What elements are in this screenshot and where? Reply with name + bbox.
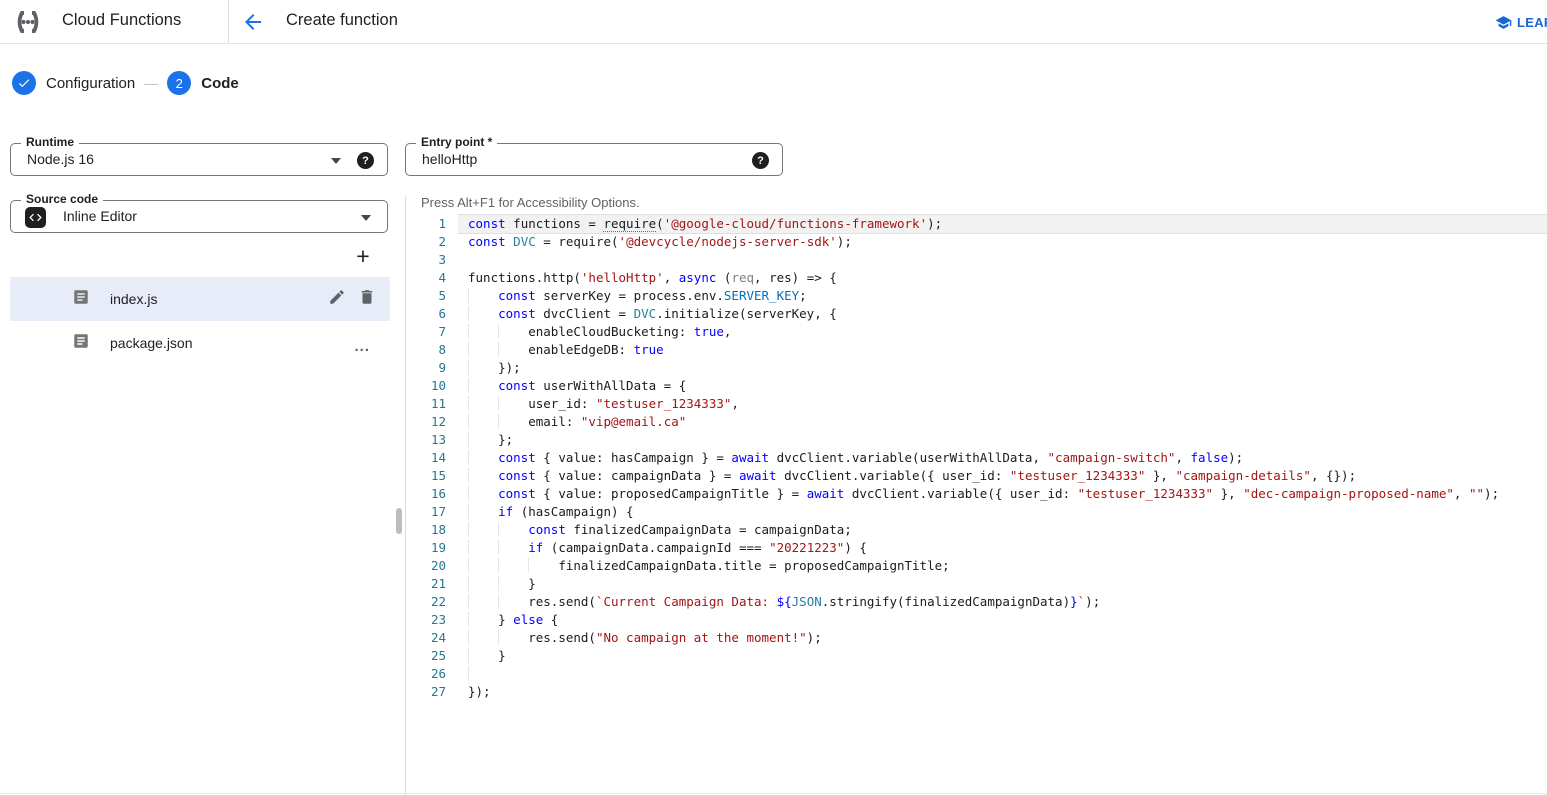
graduation-cap-icon xyxy=(1495,14,1512,31)
step1-check-icon[interactable] xyxy=(12,71,36,95)
code-line[interactable]: 20 finalizedCampaignData.title = propose… xyxy=(420,557,1547,575)
file-row-package-json[interactable]: package.json ... xyxy=(10,321,390,365)
cloud-functions-logo-icon xyxy=(12,6,44,38)
line-number: 18 xyxy=(420,521,446,539)
code-line[interactable]: 24 res.send("No campaign at the moment!"… xyxy=(420,629,1547,647)
code-line[interactable]: 19 if (campaignData.campaignId === "2022… xyxy=(420,539,1547,557)
source-code-label: Source code xyxy=(21,192,103,206)
code-line[interactable]: 10 const userWithAllData = { xyxy=(420,377,1547,395)
stepper: Configuration — 2 Code xyxy=(12,71,239,95)
back-arrow-icon[interactable] xyxy=(241,10,265,34)
line-number: 10 xyxy=(420,377,446,395)
line-number: 20 xyxy=(420,557,446,575)
step2-number-badge[interactable]: 2 xyxy=(167,71,191,95)
step1-label[interactable]: Configuration xyxy=(46,75,135,92)
page-title: Create function xyxy=(286,11,398,30)
app-header: Cloud Functions Create function LEARN xyxy=(0,0,1547,44)
delete-trash-icon[interactable] xyxy=(358,288,376,311)
accessibility-hint: Press Alt+F1 for Accessibility Options. xyxy=(421,195,640,210)
header-divider xyxy=(228,0,229,43)
line-number: 5 xyxy=(420,287,446,305)
line-number: 15 xyxy=(420,467,446,485)
code-line[interactable]: 3 xyxy=(420,251,1547,269)
code-line[interactable]: 26 xyxy=(420,665,1547,683)
line-number: 27 xyxy=(420,683,446,701)
code-brackets-icon xyxy=(25,207,46,228)
code-line[interactable]: 21 } xyxy=(420,575,1547,593)
line-number: 2 xyxy=(420,233,446,251)
line-number: 14 xyxy=(420,449,446,467)
line-number: 17 xyxy=(420,503,446,521)
code-line[interactable]: 17 if (hasCampaign) { xyxy=(420,503,1547,521)
code-line[interactable]: 16 const { value: proposedCampaignTitle … xyxy=(420,485,1547,503)
add-file-button[interactable]: + xyxy=(348,242,378,272)
code-lines: 1const functions = require('@google-clou… xyxy=(420,215,1547,701)
code-line[interactable]: 1const functions = require('@google-clou… xyxy=(420,215,1547,233)
code-line[interactable]: 8 enableEdgeDB: true xyxy=(420,341,1547,359)
code-line[interactable]: 2const DVC = require('@devcycle/nodejs-s… xyxy=(420,233,1547,251)
line-number: 19 xyxy=(420,539,446,557)
line-number: 8 xyxy=(420,341,446,359)
line-number: 13 xyxy=(420,431,446,449)
learn-label: LEARN xyxy=(1517,15,1547,30)
bottom-divider xyxy=(0,793,1547,794)
entry-point-field[interactable]: Entry point * helloHttp ? xyxy=(405,143,783,176)
line-number: 16 xyxy=(420,485,446,503)
file-icon xyxy=(72,332,90,355)
runtime-help-icon[interactable]: ? xyxy=(357,152,374,169)
line-number: 1 xyxy=(420,215,446,233)
line-number: 7 xyxy=(420,323,446,341)
code-line[interactable]: 11 user_id: "testuser_1234333", xyxy=(420,395,1547,413)
step-connector: — xyxy=(144,75,158,91)
chevron-down-icon[interactable] xyxy=(361,215,371,221)
file-name: index.js xyxy=(110,291,157,307)
code-line[interactable]: 27}); xyxy=(420,683,1547,701)
entry-point-value[interactable]: helloHttp xyxy=(422,151,477,167)
line-number: 24 xyxy=(420,629,446,647)
entry-point-help-icon[interactable]: ? xyxy=(752,152,769,169)
line-number: 11 xyxy=(420,395,446,413)
edit-pencil-icon[interactable] xyxy=(328,288,346,311)
runtime-select[interactable]: Runtime Node.js 16 ? xyxy=(10,143,388,176)
learn-link[interactable]: LEARN xyxy=(1495,12,1547,32)
line-number: 6 xyxy=(420,305,446,323)
code-line[interactable]: 6 const dvcClient = DVC.initialize(serve… xyxy=(420,305,1547,323)
line-number: 23 xyxy=(420,611,446,629)
file-row-index-js[interactable]: index.js xyxy=(10,277,390,321)
line-number: 3 xyxy=(420,251,446,269)
line-number: 12 xyxy=(420,413,446,431)
line-number: 25 xyxy=(420,647,446,665)
line-number: 22 xyxy=(420,593,446,611)
file-icon xyxy=(72,288,90,311)
chevron-down-icon[interactable] xyxy=(331,158,341,164)
code-line[interactable]: 13 }; xyxy=(420,431,1547,449)
line-number: 4 xyxy=(420,269,446,287)
line-number: 21 xyxy=(420,575,446,593)
panel-divider xyxy=(405,196,406,795)
scrollbar-handle[interactable] xyxy=(396,508,402,534)
code-line[interactable]: 18 const finalizedCampaignData = campaig… xyxy=(420,521,1547,539)
entry-point-label: Entry point * xyxy=(416,135,497,149)
source-code-value: Inline Editor xyxy=(63,208,137,224)
code-line[interactable]: 12 email: "vip@email.ca" xyxy=(420,413,1547,431)
code-line[interactable]: 22 res.send(`Current Campaign Data: ${JS… xyxy=(420,593,1547,611)
code-editor[interactable]: 1const functions = require('@google-clou… xyxy=(420,215,1547,701)
file-name: package.json xyxy=(110,335,193,351)
runtime-label: Runtime xyxy=(21,135,79,149)
code-line[interactable]: 15 const { value: campaignData } = await… xyxy=(420,467,1547,485)
runtime-value: Node.js 16 xyxy=(27,151,94,167)
step2-label: Code xyxy=(201,75,239,92)
code-line[interactable]: 5 const serverKey = process.env.SERVER_K… xyxy=(420,287,1547,305)
source-code-select[interactable]: Source code Inline Editor xyxy=(10,200,388,233)
code-line[interactable]: 9 }); xyxy=(420,359,1547,377)
more-options-button[interactable]: ... xyxy=(354,338,370,355)
code-line[interactable]: 14 const { value: hasCampaign } = await … xyxy=(420,449,1547,467)
code-line[interactable]: 23 } else { xyxy=(420,611,1547,629)
line-number: 26 xyxy=(420,665,446,683)
product-title: Cloud Functions xyxy=(62,11,181,30)
line-number: 9 xyxy=(420,359,446,377)
code-line[interactable]: 4functions.http('helloHttp', async (req,… xyxy=(420,269,1547,287)
code-line[interactable]: 7 enableCloudBucketing: true, xyxy=(420,323,1547,341)
code-line[interactable]: 25 } xyxy=(420,647,1547,665)
